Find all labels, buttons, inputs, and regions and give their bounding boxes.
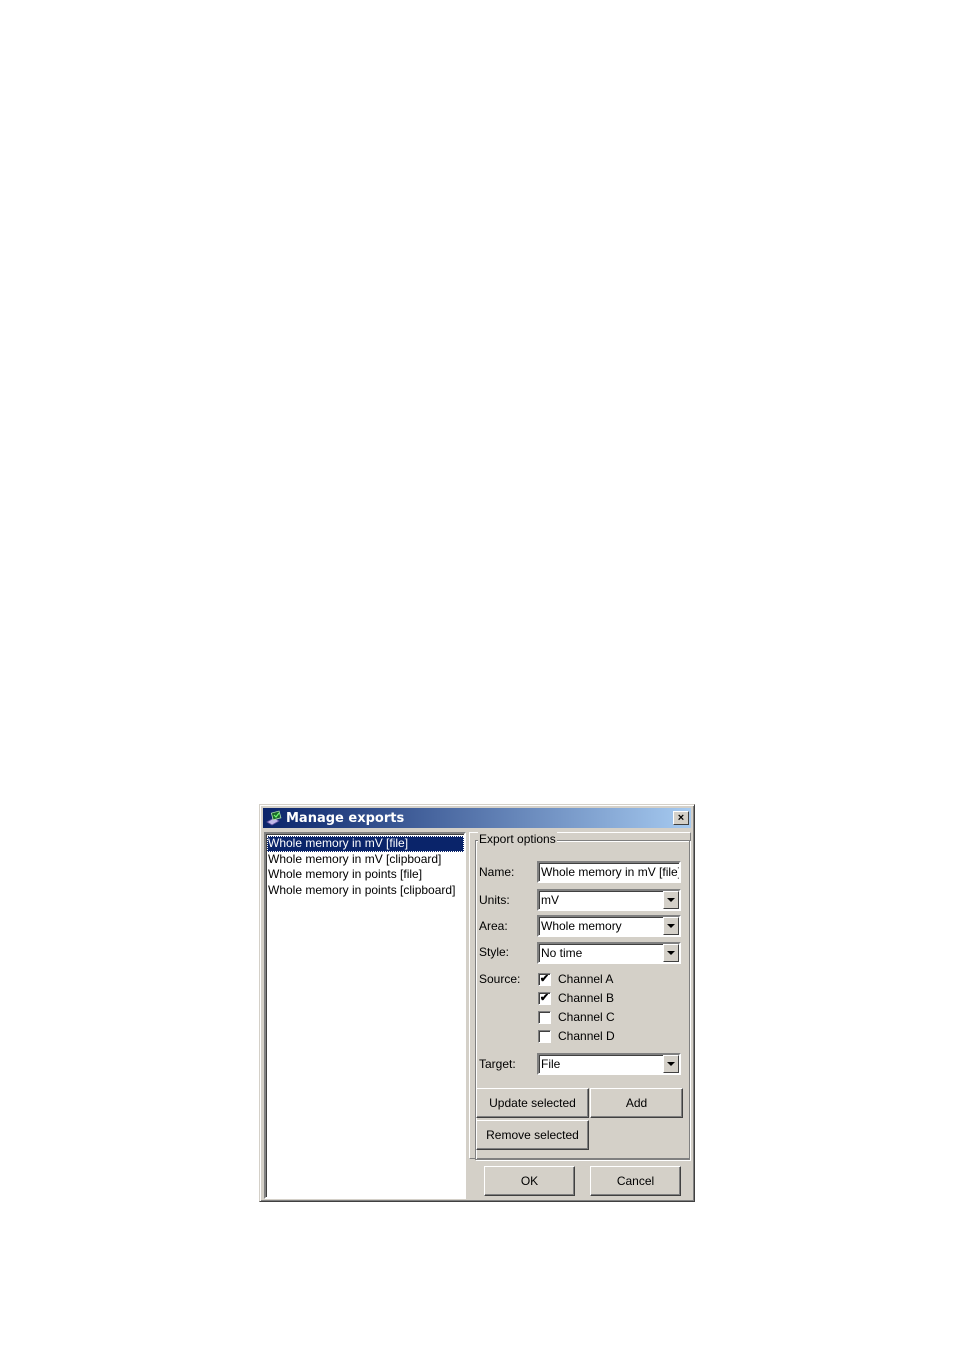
target-value: File [541,1057,561,1071]
area-value: Whole memory [541,919,622,933]
channel-d-checkbox[interactable] [538,1030,551,1043]
area-select[interactable]: Whole memory [537,915,681,937]
channel-a-label[interactable]: Channel A [558,972,613,986]
title-bar[interactable]: Manage exports × [263,808,691,828]
channel-c-label[interactable]: Channel C [558,1010,615,1024]
channel-c-checkbox[interactable] [538,1011,551,1024]
units-label: Units: [479,893,510,907]
name-input[interactable]: Whole memory in mV [file] [537,861,681,883]
export-options-legend: Export options [478,832,557,846]
channel-b-checkbox[interactable]: ✔ [538,992,551,1005]
window-title: Manage exports [286,810,405,826]
export-list-item[interactable]: Whole memory in points [clipboard] [267,883,464,899]
chevron-down-icon[interactable] [663,1055,679,1073]
target-select[interactable]: File [537,1053,681,1075]
channel-b-label[interactable]: Channel B [558,991,614,1005]
units-select[interactable]: mV [537,889,681,911]
checkmark-icon: ✔ [539,973,550,985]
close-icon: × [677,811,685,824]
add-button[interactable]: Add [590,1088,683,1118]
target-label: Target: [479,1057,516,1071]
style-select[interactable]: No time [537,942,681,964]
ok-button[interactable]: OK [484,1166,575,1196]
channel-a-checkbox[interactable]: ✔ [538,973,551,986]
style-label: Style: [479,945,510,959]
area-label: Area: [479,919,508,933]
export-list-item[interactable]: Whole memory in mV [file] [267,836,464,852]
export-list-item[interactable]: Whole memory in points [file] [267,867,464,883]
remove-selected-button[interactable]: Remove selected [476,1120,589,1150]
chevron-down-icon[interactable] [663,891,679,909]
chevron-down-icon[interactable] [663,917,679,935]
export-list-item[interactable]: Whole memory in mV [clipboard] [267,852,464,868]
name-label: Name: [479,865,515,879]
units-value: mV [541,893,559,907]
close-button[interactable]: × [673,811,689,825]
checkmark-icon: ✔ [539,992,550,1004]
app-icon [265,810,283,826]
export-list[interactable]: Whole memory in mV [file] Whole memory i… [264,832,466,1199]
source-label: Source: [479,972,521,986]
style-value: No time [541,946,583,960]
manage-exports-dialog: Manage exports × Whole memory in mV [fil… [259,804,695,1202]
channel-d-label[interactable]: Channel D [558,1029,615,1043]
chevron-down-icon[interactable] [663,944,679,962]
update-selected-button[interactable]: Update selected [476,1088,589,1118]
cancel-button[interactable]: Cancel [590,1166,681,1196]
